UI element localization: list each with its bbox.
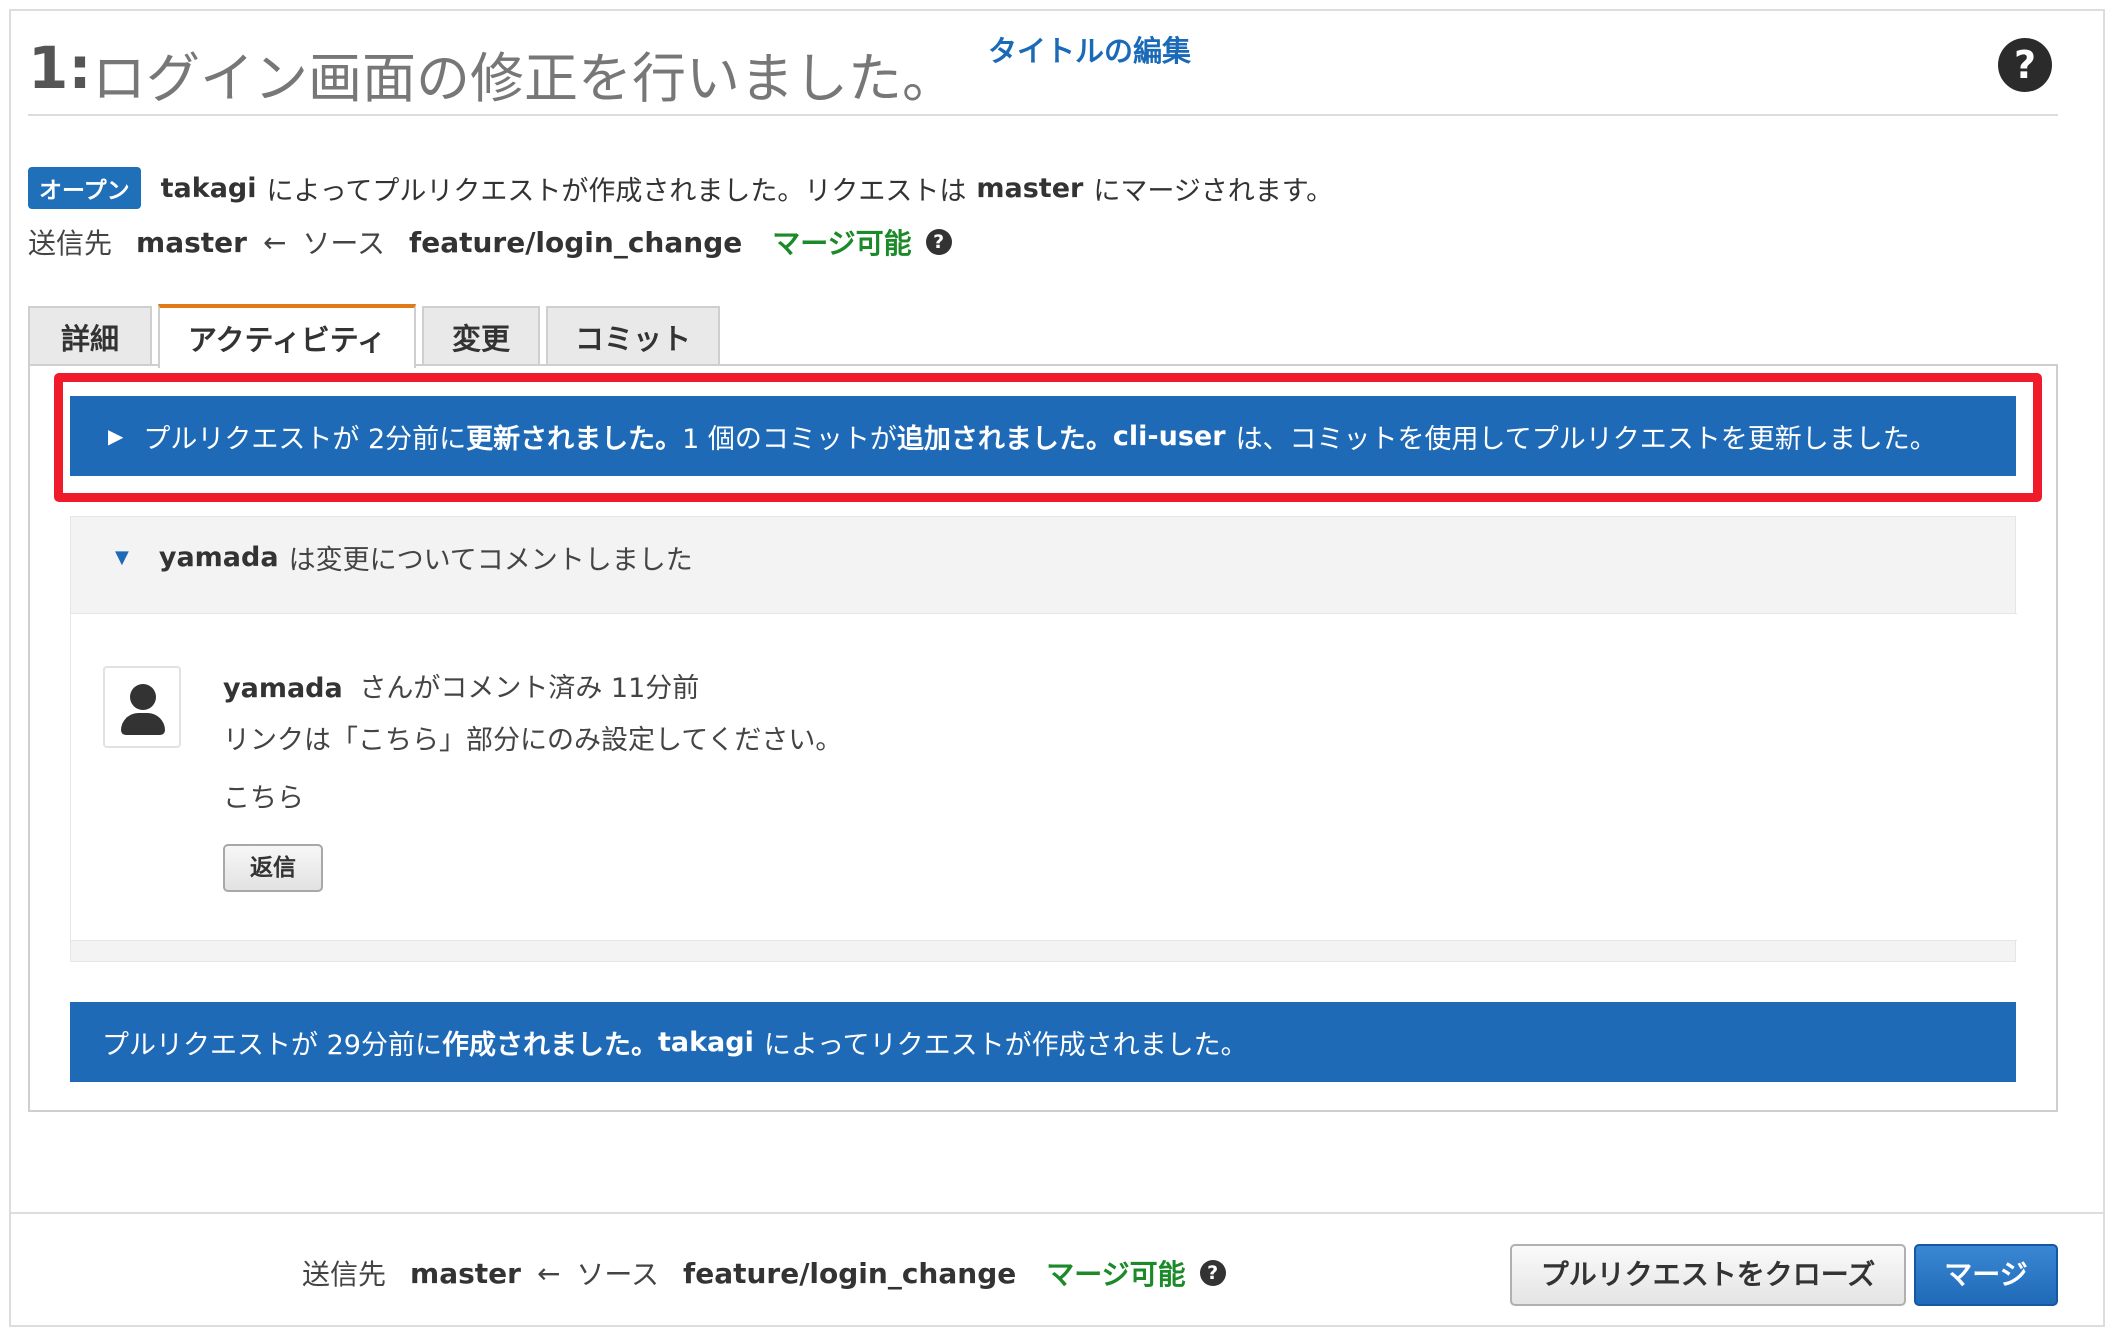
event-text: は、コミットを使用してプルリクエストを更新しました。 — [1235, 423, 1937, 455]
status-line: オープン takagi によってプルリクエストが作成されました。リクエストは m… — [28, 167, 1334, 209]
status-badge: オープン — [28, 167, 141, 209]
pull-request-number: 1: — [28, 34, 92, 102]
help-icon[interactable]: ? — [1998, 38, 2052, 92]
comment: yamada さんがコメント済み 11分前 リンクは「こちら」部分にのみ設定して… — [71, 613, 2017, 941]
close-pull-request-button[interactable]: プルリクエストをクローズ — [1510, 1244, 1906, 1306]
author-name: takagi — [160, 172, 257, 204]
caret-down-icon[interactable]: ▼ — [115, 547, 129, 568]
branch-info: 送信先 master ← ソース feature/login_change マー… — [28, 222, 952, 262]
destination-label: 送信先 — [28, 227, 113, 260]
user-icon-body — [121, 713, 165, 735]
mergeable-status: マージ可能 — [1046, 1258, 1186, 1291]
help-icon[interactable]: ? — [1199, 1260, 1226, 1286]
thread-head-text: は変更についてコメントしました — [288, 544, 693, 576]
destination-branch: master — [410, 1256, 521, 1290]
created-event-bar: プルリクエストが 29分前に 作成されました。 takagi によってリクエスト… — [70, 1002, 2016, 1082]
source-branch: feature/login_change — [683, 1256, 1017, 1290]
comment-text: リンクは「こちら」部分にのみ設定してください。 — [223, 725, 843, 756]
mergeable-status: マージ可能 — [772, 227, 912, 260]
event-text: プルリクエストが 2分前に — [143, 423, 467, 455]
event-text: プルリクエストが 29分前に — [102, 1029, 442, 1061]
event-text: 1 個のコミットが — [682, 423, 897, 455]
arrow-left-icon: ← — [262, 225, 287, 259]
help-icon[interactable]: ? — [925, 229, 952, 255]
tab-commits[interactable]: コミット — [546, 306, 720, 366]
comment-text-line2: こちら — [223, 783, 304, 814]
merge-button[interactable]: マージ — [1914, 1244, 2058, 1306]
footer-branch-info: 送信先 master ← ソース feature/login_change マー… — [302, 1253, 1226, 1293]
user-icon — [130, 684, 156, 710]
destination-branch: master — [136, 225, 247, 259]
source-label: ソース — [576, 1258, 660, 1291]
header-divider — [28, 114, 2058, 116]
avatar — [103, 666, 181, 748]
tab-bar: 詳細 アクティビティ 変更 コミット — [28, 304, 726, 368]
comment-meta: yamada さんがコメント済み 11分前 — [223, 666, 699, 705]
comment-user: yamada — [223, 673, 343, 704]
target-branch: master — [976, 172, 1084, 204]
event-user: cli-user — [1112, 420, 1226, 452]
tab-activity[interactable]: アクティビティ — [158, 304, 416, 368]
tab-changes[interactable]: 変更 — [422, 306, 540, 366]
destination-label: 送信先 — [302, 1258, 387, 1291]
comment-time: さんがコメント済み 11分前 — [359, 673, 700, 704]
page-title: ログイン画面の修正を行いました。 — [92, 47, 956, 110]
event-text-bold: 更新されました。 — [466, 423, 683, 455]
caret-right-icon[interactable]: ▶ — [108, 424, 123, 448]
status-text: によってプルリクエストが作成されました。リクエストは — [266, 175, 967, 207]
edit-title-link[interactable]: タイトルの編集 — [988, 28, 1191, 70]
source-branch: feature/login_change — [409, 225, 743, 259]
tab-details[interactable]: 詳細 — [28, 306, 152, 366]
source-label: ソース — [302, 227, 386, 260]
event-text: によってリクエストが作成されました。 — [763, 1029, 1248, 1061]
footer-divider — [9, 1212, 2105, 1214]
comment-thread: ▼ yamada は変更についてコメントしました yamada さんがコメント済… — [70, 516, 2017, 962]
event-user: takagi — [657, 1026, 754, 1058]
thread-header[interactable]: ▼ yamada は変更についてコメントしました — [71, 517, 2015, 597]
update-event-bar[interactable]: ▶ プルリクエストが 2分前に 更新されました。 1 個のコミットが 追加されま… — [70, 396, 2016, 476]
arrow-left-icon: ← — [536, 1256, 561, 1290]
reply-button[interactable]: 返信 — [223, 844, 323, 892]
event-text-bold: 追加されました。 — [896, 423, 1113, 455]
event-text-bold: 作成されました。 — [441, 1029, 658, 1061]
thread-user: yamada — [158, 541, 279, 573]
status-text-end: にマージされます。 — [1093, 175, 1334, 207]
